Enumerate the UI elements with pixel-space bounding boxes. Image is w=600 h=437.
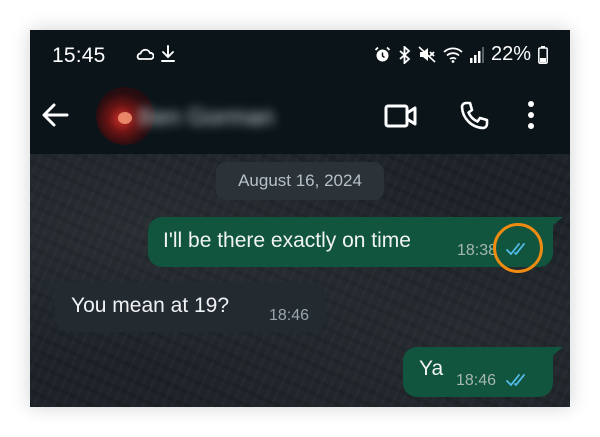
battery-icon: [538, 45, 548, 64]
status-bar: 15:45 22%: [30, 30, 570, 82]
back-arrow-icon[interactable]: [40, 100, 70, 130]
contact-name[interactable]: Ben Gorman: [138, 104, 274, 132]
video-call-icon[interactable]: [384, 102, 418, 130]
bluetooth-icon: [399, 45, 411, 64]
message-incoming[interactable]: You mean at 19? 18:46: [55, 282, 325, 332]
message-outgoing[interactable]: I'll be there exactly on time 18:38: [148, 217, 553, 267]
message-text: I'll be there exactly on time: [163, 229, 411, 252]
message-time: 18:46: [269, 307, 310, 324]
alarm-icon: [374, 46, 391, 62]
phone-screen: 15:45 22% Ben Gorman August 16, 2024 I'l…: [30, 30, 570, 407]
wifi-icon: [443, 47, 463, 63]
message-text: You mean at 19?: [71, 294, 230, 317]
avatar-face: [118, 112, 132, 124]
cloud-icon: [136, 48, 154, 60]
battery-percentage: 22%: [490, 43, 531, 65]
mute-icon: [418, 46, 436, 63]
signal-icon: [469, 46, 484, 63]
chat-header: Ben Gorman: [30, 82, 570, 154]
message-outgoing[interactable]: Ya 18:46: [403, 347, 553, 397]
status-time: 15:45: [52, 44, 106, 67]
more-vertical-icon[interactable]: [526, 100, 536, 130]
download-icon: [161, 45, 175, 62]
read-ticks-icon: [506, 374, 525, 386]
bubble-tail: [43, 282, 55, 292]
message-time: 18:38: [457, 242, 498, 259]
phone-call-icon[interactable]: [458, 100, 490, 132]
date-separator: August 16, 2024: [216, 162, 384, 200]
message-text: Ya: [419, 357, 444, 380]
message-time: 18:46: [456, 372, 497, 389]
chat-area[interactable]: August 16, 2024 I'll be there exactly on…: [30, 154, 570, 407]
bubble-tail: [551, 217, 563, 227]
highlight-circle-annotation: [493, 223, 543, 273]
bubble-tail: [551, 347, 563, 357]
